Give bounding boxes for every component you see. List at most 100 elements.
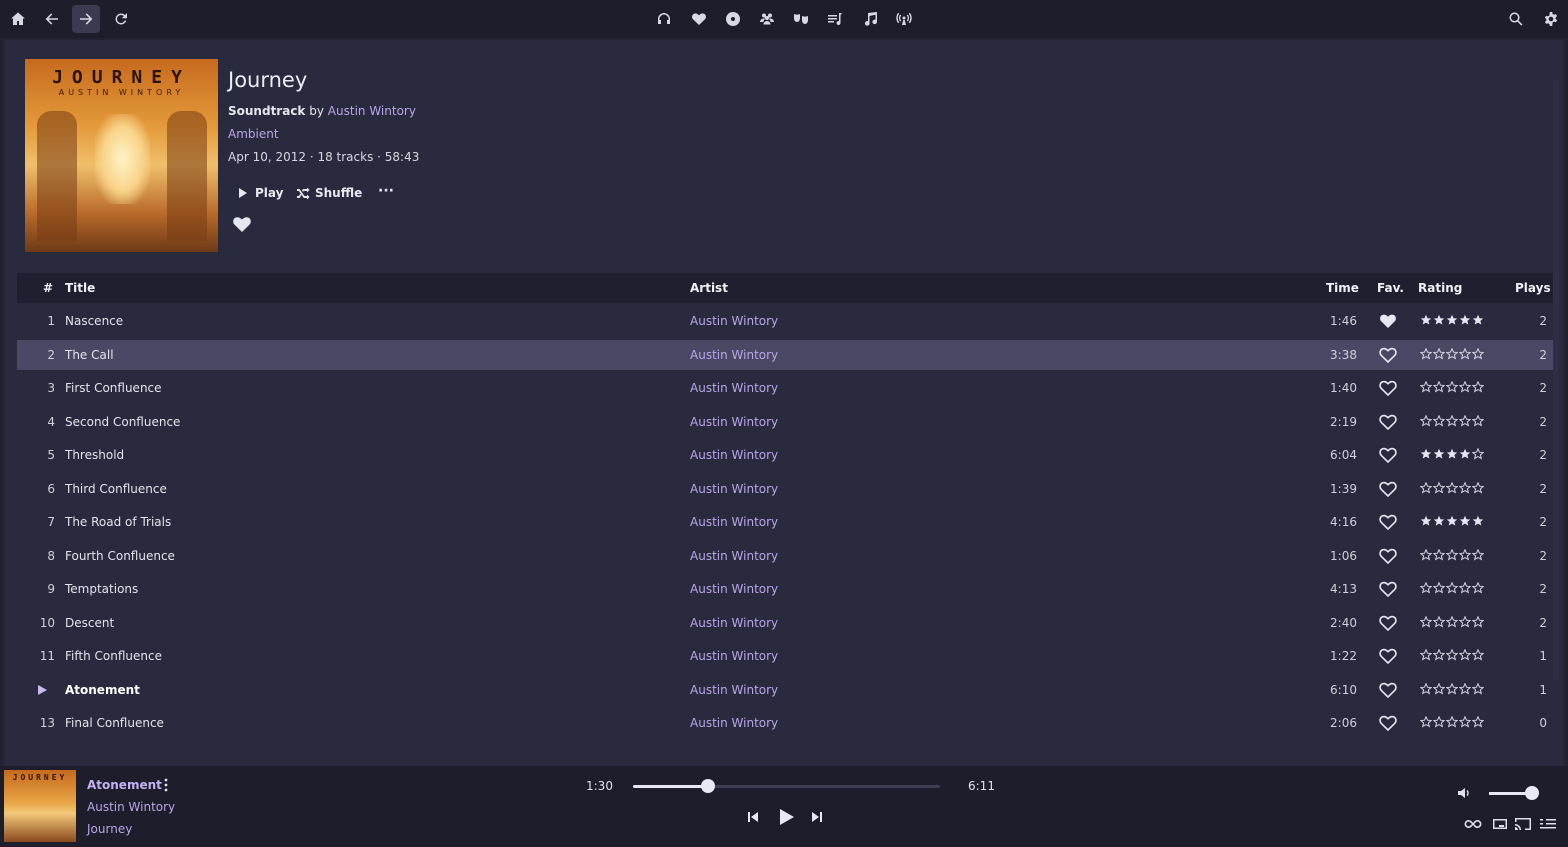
track-rating[interactable] [1420, 448, 1484, 460]
cast-icon[interactable] [1513, 816, 1533, 832]
track-row[interactable]: 11 Fifth Confluence Austin Wintory 1:22 1 [17, 641, 1553, 671]
heart-outline-icon[interactable] [1379, 614, 1397, 631]
track-row[interactable]: 7 The Road of Trials Austin Wintory 4:16 2 [17, 507, 1553, 537]
star-outline-icon[interactable] [1459, 615, 1471, 628]
play-button[interactable]: Play [236, 182, 283, 204]
track-artist-link[interactable]: Austin Wintory [690, 415, 778, 429]
star-outline-icon[interactable] [1459, 347, 1471, 360]
now-playing-artist[interactable]: Austin Wintory [87, 800, 175, 814]
header-artist[interactable]: Artist [690, 281, 728, 295]
track-artist-link[interactable]: Austin Wintory [690, 448, 778, 462]
track-artist-link[interactable]: Austin Wintory [690, 649, 778, 663]
star-outline-icon[interactable] [1420, 716, 1432, 728]
star-filled-icon[interactable] [1433, 314, 1445, 326]
nav-playlists-button[interactable] [821, 5, 849, 33]
track-row[interactable]: 3 First Confluence Austin Wintory 1:40 2 [17, 373, 1553, 403]
track-row[interactable]: 9 Temptations Austin Wintory 4:13 2 [17, 574, 1553, 604]
more-button[interactable]: ··· [378, 180, 394, 202]
heart-outline-icon[interactable] [1379, 580, 1397, 597]
star-outline-icon[interactable] [1420, 381, 1432, 393]
nav-songs-button[interactable] [856, 5, 884, 33]
star-filled-icon[interactable] [1459, 515, 1471, 527]
star-outline-icon[interactable] [1420, 615, 1432, 628]
star-outline-icon[interactable] [1446, 548, 1458, 561]
star-outline-icon[interactable] [1472, 615, 1484, 628]
star-filled-icon[interactable] [1446, 314, 1458, 326]
track-row[interactable]: 6 Third Confluence Austin Wintory 1:39 2 [17, 474, 1553, 504]
infinity-icon[interactable] [1463, 816, 1483, 832]
star-outline-icon[interactable] [1420, 548, 1432, 561]
star-filled-icon[interactable] [1446, 515, 1458, 527]
track-artist-link[interactable]: Austin Wintory [690, 348, 778, 362]
star-outline-icon[interactable] [1472, 448, 1484, 460]
track-rating[interactable] [1420, 716, 1484, 728]
star-outline-icon[interactable] [1433, 582, 1445, 594]
star-outline-icon[interactable] [1446, 347, 1458, 360]
star-outline-icon[interactable] [1433, 414, 1445, 427]
heart-outline-icon[interactable] [1379, 547, 1397, 564]
heart-outline-icon[interactable] [1379, 446, 1397, 463]
star-outline-icon[interactable] [1459, 582, 1471, 594]
star-filled-icon[interactable] [1420, 314, 1432, 326]
star-outline-icon[interactable] [1446, 682, 1458, 695]
star-outline-icon[interactable] [1420, 481, 1432, 494]
star-outline-icon[interactable] [1433, 615, 1445, 628]
track-row[interactable]: 10 Descent Austin Wintory 2:40 2 [17, 608, 1553, 638]
star-outline-icon[interactable] [1459, 414, 1471, 427]
star-outline-icon[interactable] [1433, 381, 1445, 393]
star-outline-icon[interactable] [1459, 481, 1471, 494]
star-outline-icon[interactable] [1459, 682, 1471, 695]
star-filled-icon[interactable] [1459, 448, 1471, 460]
header-title[interactable]: Title [65, 281, 95, 295]
heart-outline-icon[interactable] [1379, 681, 1397, 698]
nav-albums-button[interactable] [719, 5, 747, 33]
heart-outline-icon[interactable] [1379, 413, 1397, 430]
star-outline-icon[interactable] [1472, 716, 1484, 728]
header-plays[interactable]: Plays [1515, 281, 1551, 295]
mini-player-icon[interactable] [1490, 816, 1510, 832]
back-button[interactable] [38, 5, 66, 33]
star-outline-icon[interactable] [1472, 682, 1484, 695]
star-outline-icon[interactable] [1472, 548, 1484, 561]
star-outline-icon[interactable] [1433, 347, 1445, 360]
seek-handle[interactable] [700, 779, 715, 793]
track-rating[interactable] [1420, 582, 1484, 594]
heart-outline-icon[interactable] [1379, 346, 1397, 363]
star-outline-icon[interactable] [1433, 716, 1445, 728]
track-row[interactable]: 1 Nascence Austin Wintory 1:46 2 [17, 306, 1553, 336]
track-artist-link[interactable]: Austin Wintory [690, 381, 778, 395]
shuffle-button[interactable]: Shuffle [296, 182, 362, 204]
settings-button[interactable] [1537, 5, 1565, 33]
header-rating[interactable]: Rating [1418, 281, 1462, 295]
star-outline-icon[interactable] [1433, 548, 1445, 561]
track-row[interactable]: 4 Second Confluence Austin Wintory 2:19 2 [17, 407, 1553, 437]
track-rating[interactable] [1420, 314, 1484, 326]
star-filled-icon[interactable] [1472, 314, 1484, 326]
forward-button[interactable] [72, 5, 100, 33]
star-outline-icon[interactable] [1472, 481, 1484, 494]
track-artist-link[interactable]: Austin Wintory [690, 515, 778, 529]
star-filled-icon[interactable] [1433, 448, 1445, 460]
star-outline-icon[interactable] [1459, 716, 1471, 728]
nav-genres-button[interactable] [787, 5, 815, 33]
now-playing-title[interactable]: Atonement [87, 778, 162, 792]
track-rating[interactable] [1420, 381, 1484, 393]
star-filled-icon[interactable] [1420, 515, 1432, 527]
track-rating[interactable] [1420, 414, 1484, 427]
star-outline-icon[interactable] [1446, 649, 1458, 661]
star-outline-icon[interactable] [1472, 347, 1484, 360]
track-rating[interactable] [1420, 481, 1484, 494]
volume-slider[interactable] [1489, 786, 1539, 800]
heart-filled-icon[interactable] [1379, 312, 1397, 329]
star-outline-icon[interactable] [1446, 414, 1458, 427]
star-outline-icon[interactable] [1459, 381, 1471, 393]
track-rating[interactable] [1420, 347, 1484, 360]
track-rating[interactable] [1420, 548, 1484, 561]
star-outline-icon[interactable] [1472, 414, 1484, 427]
star-outline-icon[interactable] [1420, 649, 1432, 661]
track-row[interactable]: 2 The Call Austin Wintory 3:38 2 [17, 339, 1553, 370]
nav-artists-button[interactable] [753, 5, 781, 33]
nav-radio-button[interactable] [890, 5, 918, 33]
track-artist-link[interactable]: Austin Wintory [690, 616, 778, 630]
star-outline-icon[interactable] [1472, 381, 1484, 393]
